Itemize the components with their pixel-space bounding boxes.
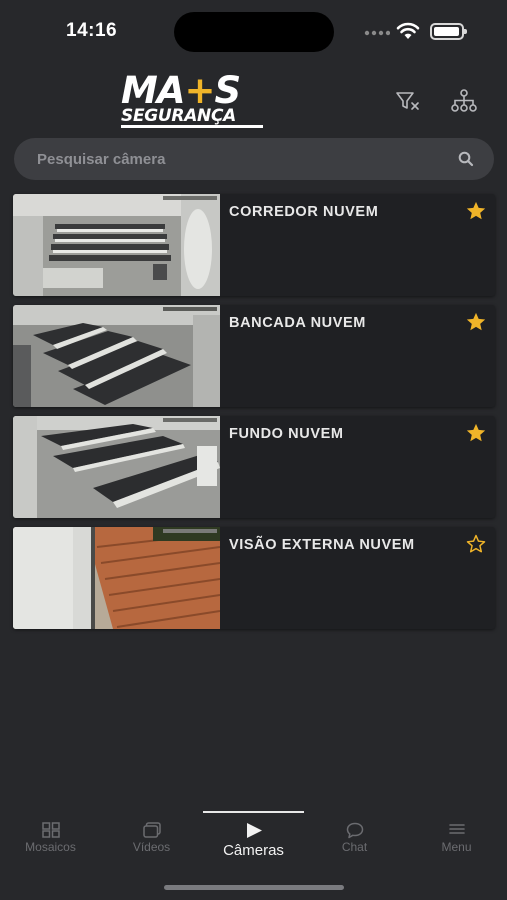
camera-list: CORREDOR NUVEM BANCADA NUVEM FUNDO NUVEM… <box>13 194 495 638</box>
dynamic-island <box>174 12 334 52</box>
chat-icon <box>346 822 363 839</box>
menu-icon <box>448 824 465 834</box>
camera-card[interactable]: VISÃO EXTERNA NUVEM <box>13 527 495 629</box>
battery-icon <box>430 23 467 40</box>
hierarchy-icon <box>451 89 477 112</box>
tab-label: Mosaicos <box>25 840 76 854</box>
camera-card[interactable]: BANCADA NUVEM <box>13 305 495 407</box>
tab-videos[interactable]: Vídeos <box>101 808 202 868</box>
search-input[interactable] <box>14 138 494 180</box>
search-icon[interactable] <box>458 151 474 167</box>
cellular-signal-icon <box>364 30 390 36</box>
camera-thumbnail[interactable] <box>13 527 220 629</box>
camera-name: FUNDO NUVEM <box>229 426 344 442</box>
play-icon <box>246 823 262 838</box>
logo-wordmark-top: MA+S <box>121 69 241 112</box>
camera-name: BANCADA NUVEM <box>229 315 366 331</box>
camera-thumbnail[interactable] <box>13 194 220 296</box>
camera-card[interactable]: FUNDO NUVEM <box>13 416 495 518</box>
tab-label: Menu <box>441 840 472 854</box>
logo-wordmark-bottom: SEGURANÇA <box>121 106 237 126</box>
camera-name: VISÃO EXTERNA NUVEM <box>229 537 415 553</box>
camera-name: CORREDOR NUVEM <box>229 204 379 220</box>
tab-label: Chat <box>341 840 368 854</box>
camera-thumbnail[interactable] <box>13 305 220 407</box>
star-outline-icon[interactable] <box>465 533 487 555</box>
grid-icon <box>41 822 60 838</box>
videos-icon <box>142 822 161 838</box>
star-filled-icon[interactable] <box>465 200 487 222</box>
tab-label: Vídeos <box>132 840 171 854</box>
home-indicator <box>164 885 344 890</box>
status-bar: 14:16 <box>0 0 507 62</box>
app-logo: MA+S SEGURANÇA <box>121 72 271 132</box>
status-time: 14:16 <box>66 20 118 41</box>
hierarchy-button[interactable] <box>448 85 480 117</box>
clear-filter-button[interactable] <box>392 85 424 117</box>
star-filled-icon[interactable] <box>465 311 487 333</box>
camera-card[interactable]: CORREDOR NUVEM <box>13 194 495 296</box>
filter-clear-icon <box>396 92 419 110</box>
star-filled-icon[interactable] <box>465 422 487 444</box>
logo-underline <box>121 125 263 128</box>
camera-thumbnail[interactable] <box>13 416 220 518</box>
wifi-icon <box>396 22 420 39</box>
tab-chat[interactable]: Chat <box>304 808 405 868</box>
tab-cameras[interactable]: Câmeras <box>203 808 304 868</box>
bottom-tab-bar: Mosaicos Vídeos Câmeras Chat Menu <box>0 808 507 878</box>
tab-label: Câmeras <box>223 842 284 859</box>
search-bar <box>14 138 494 180</box>
tab-mosaicos[interactable]: Mosaicos <box>0 808 101 868</box>
tab-menu[interactable]: Menu <box>406 808 507 868</box>
